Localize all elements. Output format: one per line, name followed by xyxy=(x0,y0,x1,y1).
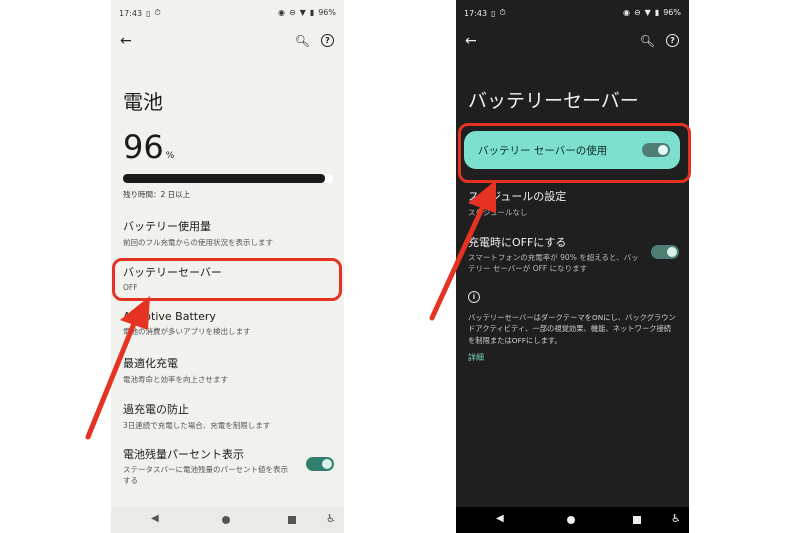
annotation-arrows xyxy=(85,180,496,440)
arrow-to-use-battery-saver xyxy=(429,180,496,321)
arrow-to-battery-saver xyxy=(85,296,150,440)
